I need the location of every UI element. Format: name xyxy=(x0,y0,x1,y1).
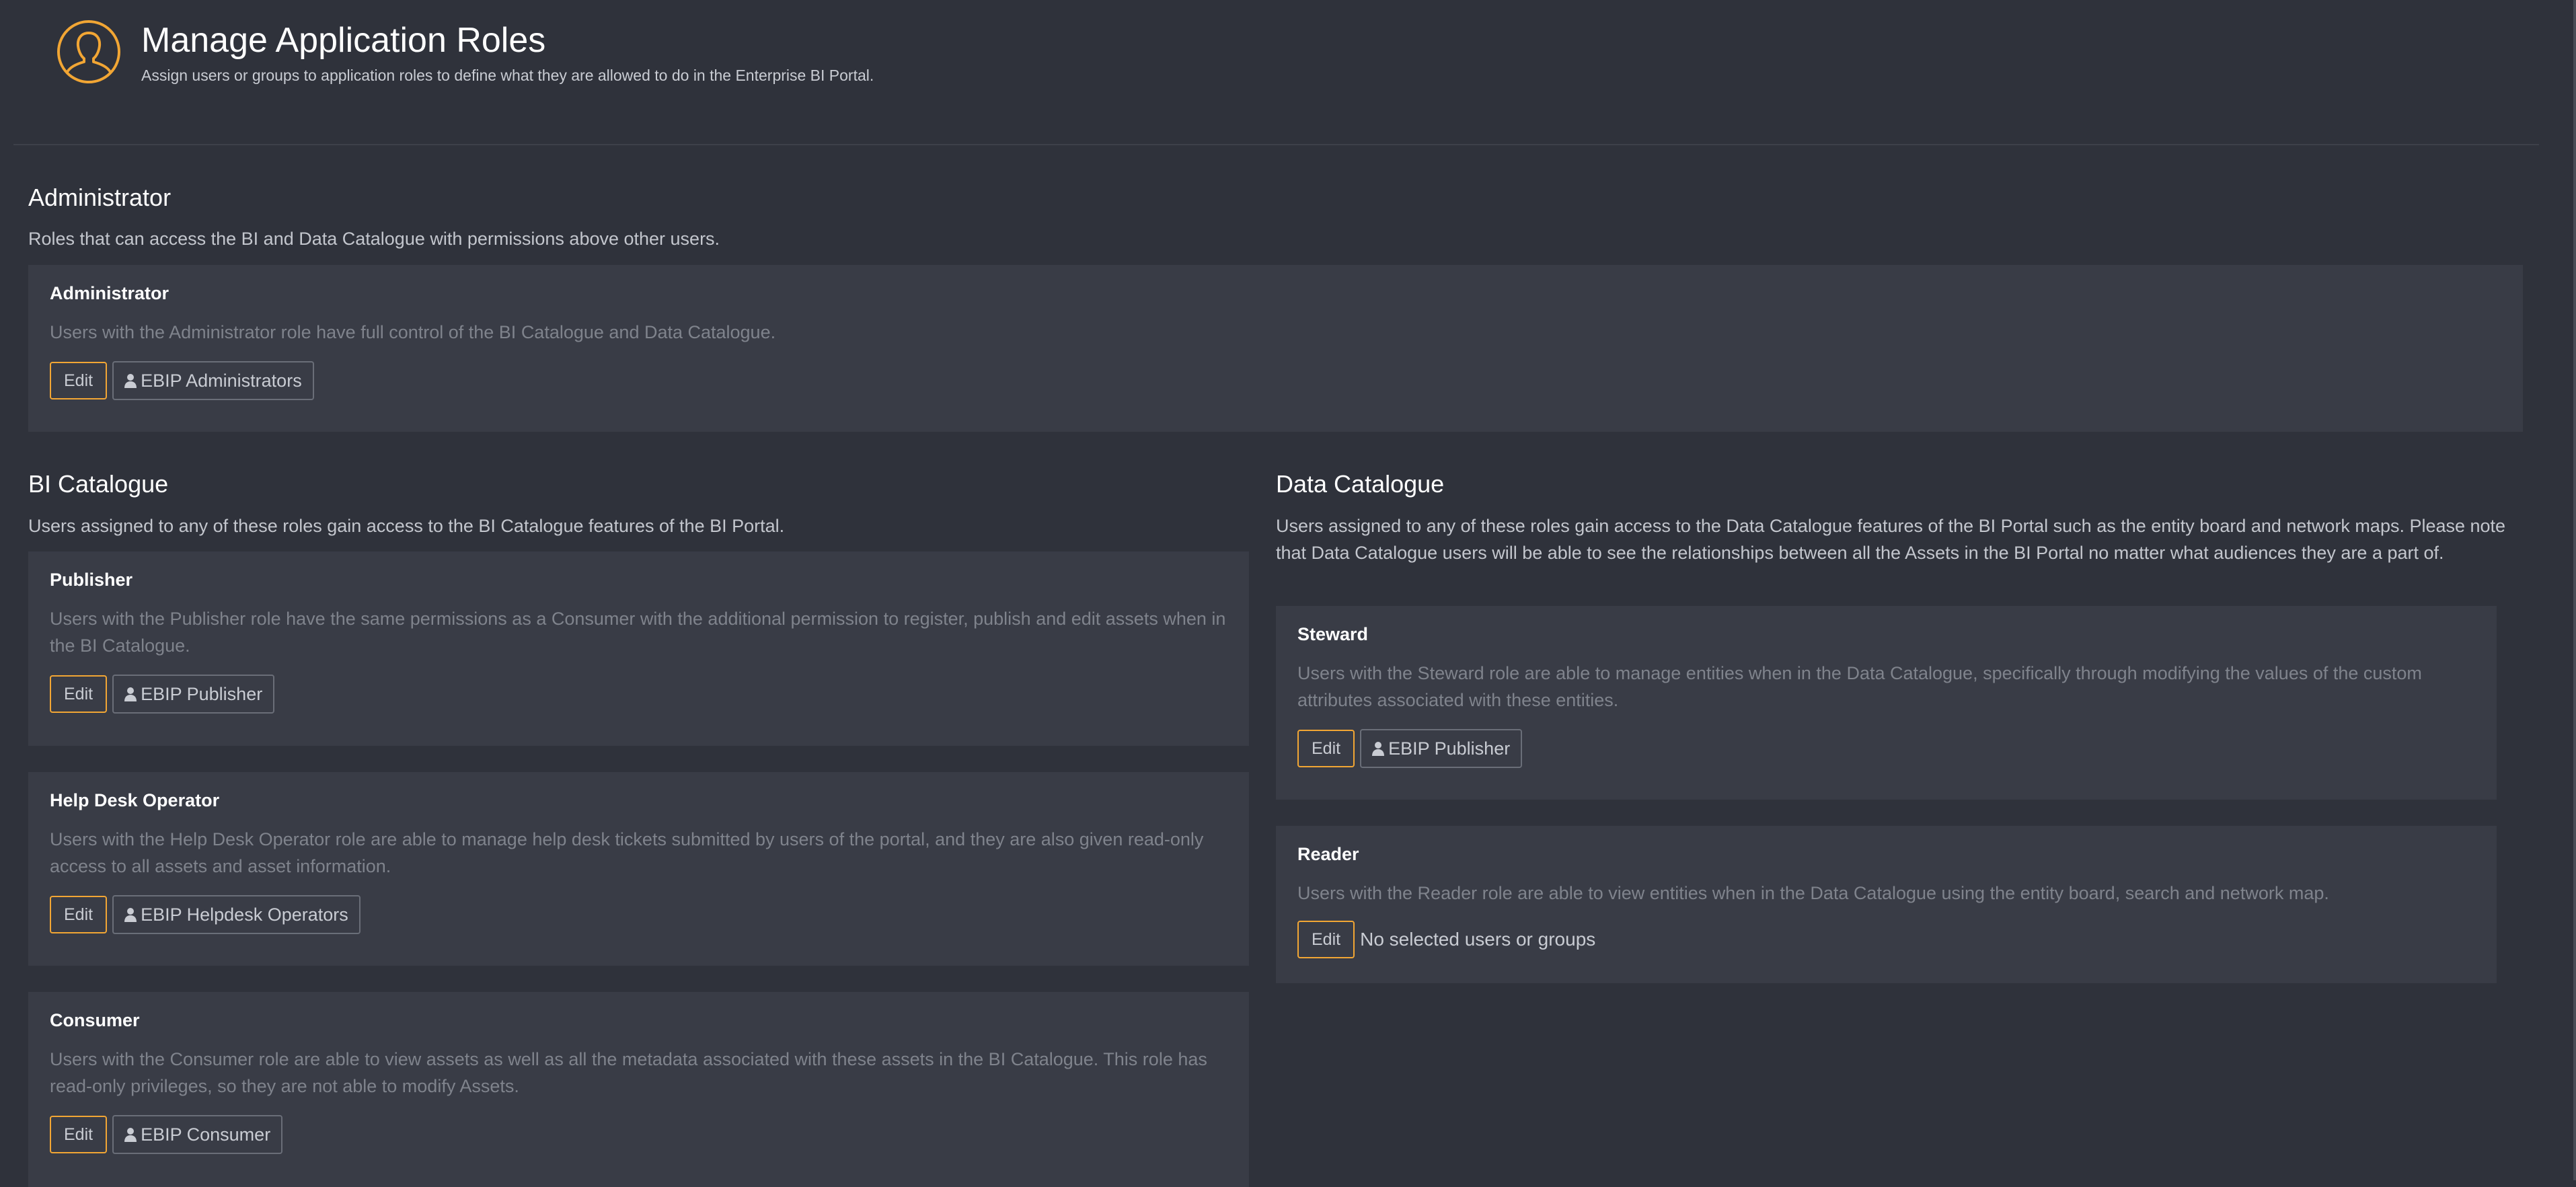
group-chip[interactable]: EBIP Publisher xyxy=(112,675,275,714)
page-title: Manage Application Roles xyxy=(141,21,546,60)
role-actions: Edit EBIP Helpdesk Operators xyxy=(50,895,361,934)
group-name: EBIP Publisher xyxy=(141,683,263,704)
role-actions: Edit EBIP Publisher xyxy=(1297,729,1523,768)
section-title-bi-catalogue: BI Catalogue xyxy=(28,470,169,498)
role-description: Users with the Publisher role have the s… xyxy=(50,609,1226,656)
role-description: Users with the Steward role are able to … xyxy=(1297,663,2422,710)
edit-button[interactable]: Edit xyxy=(50,896,108,933)
user-icon xyxy=(124,374,137,388)
group-name: EBIP Administrators xyxy=(141,370,302,391)
role-description: Users with the Consumer role are able to… xyxy=(50,1049,1207,1096)
group-name: EBIP Helpdesk Operators xyxy=(141,904,348,925)
edit-button[interactable]: Edit xyxy=(50,1116,108,1153)
user-icon xyxy=(124,687,137,701)
edit-button[interactable]: Edit xyxy=(50,362,108,399)
role-card-publisher: Publisher Users with the Publisher role … xyxy=(28,551,1249,746)
role-title: Consumer xyxy=(50,1010,140,1030)
role-title: Help Desk Operator xyxy=(50,790,220,810)
group-name: EBIP Consumer xyxy=(141,1124,271,1145)
header-divider xyxy=(13,144,2539,145)
edit-button[interactable]: Edit xyxy=(50,675,108,713)
role-actions: Edit No selected users or groups xyxy=(1297,921,1595,958)
section-title-data-catalogue: Data Catalogue xyxy=(1276,470,1445,498)
user-circle-icon xyxy=(57,20,120,83)
group-chip[interactable]: EBIP Administrators xyxy=(112,361,314,400)
group-name: EBIP Publisher xyxy=(1388,738,1511,759)
role-actions: Edit EBIP Publisher xyxy=(50,675,275,714)
role-description: Users with the Help Desk Operator role a… xyxy=(50,829,1204,876)
role-card-steward: Steward Users with the Steward role are … xyxy=(1276,606,2497,800)
role-actions: Edit EBIP Consumer xyxy=(50,1115,283,1154)
page-subtitle: Assign users or groups to application ro… xyxy=(141,67,874,84)
role-title: Administrator xyxy=(50,283,169,303)
role-card-consumer: Consumer Users with the Consumer role ar… xyxy=(28,992,1249,1187)
role-card-reader: Reader Users with the Reader role are ab… xyxy=(1276,826,2497,983)
scrollbar-thumb[interactable] xyxy=(2573,0,2576,1180)
section-title-administrator: Administrator xyxy=(28,184,172,211)
edit-button[interactable]: Edit xyxy=(1297,921,1355,958)
user-icon xyxy=(1372,742,1385,756)
section-description-bi-catalogue: Users assigned to any of these roles gai… xyxy=(28,516,785,536)
role-description: Users with the Reader role are able to v… xyxy=(1297,883,2329,903)
group-chip[interactable]: EBIP Consumer xyxy=(112,1115,283,1154)
vertical-scrollbar[interactable] xyxy=(2569,0,2576,1180)
user-icon xyxy=(124,1128,137,1142)
section-description-administrator: Roles that can access the BI and Data Ca… xyxy=(28,229,720,249)
role-card-help-desk-operator: Help Desk Operator Users with the Help D… xyxy=(28,772,1249,966)
role-description: Users with the Administrator role have f… xyxy=(50,322,776,342)
empty-groups-text: No selected users or groups xyxy=(1360,929,1596,950)
user-icon xyxy=(124,908,137,922)
edit-button[interactable]: Edit xyxy=(1297,730,1355,767)
role-title: Publisher xyxy=(50,570,133,590)
role-actions: Edit EBIP Administrators xyxy=(50,361,314,400)
page-header: Manage Application Roles Assign users or… xyxy=(0,0,2576,145)
group-chip[interactable]: EBIP Helpdesk Operators xyxy=(112,895,361,934)
role-title: Reader xyxy=(1297,844,1359,864)
group-chip[interactable]: EBIP Publisher xyxy=(1360,729,1523,768)
role-card-administrator: Administrator Users with the Administrat… xyxy=(28,265,2523,432)
role-title: Steward xyxy=(1297,624,1369,644)
section-description-data-catalogue: Users assigned to any of these roles gai… xyxy=(1276,516,2506,563)
